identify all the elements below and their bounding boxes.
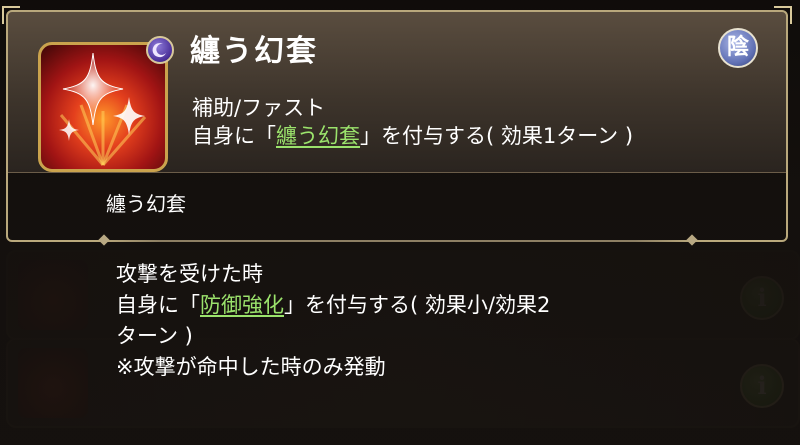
effect-line: ターン ) — [116, 324, 193, 348]
effect-suffix: 」を付与する( 効果小/効果2 — [284, 293, 551, 317]
passive-title: 纏う幻套 — [106, 192, 186, 216]
element-badge: 陰 — [718, 28, 758, 68]
effect-note: ※攻撃が命中した時のみ発動 — [116, 355, 386, 379]
desc-suffix: 」を付与する( 効果1ターン ) — [360, 124, 634, 148]
skill-type: 補助/ファスト — [192, 96, 326, 120]
skill-tooltip: 纏う幻套 陰 補助/ファスト 自身に「纏う幻套」を付与する( 効果1ターン ) … — [0, 0, 800, 445]
effect-line: 自身に「防御強化」を付与する( 効果小/効果2 — [116, 290, 550, 321]
effect-line: 攻撃を受けた時 — [116, 262, 263, 286]
buff-link[interactable]: 防御強化 — [200, 293, 284, 317]
desc-prefix: 自身に「 — [192, 124, 276, 148]
divider — [98, 234, 698, 246]
passive-effect: 攻撃を受けた時 自身に「防御強化」を付与する( 効果小/効果2 ターン ) ※攻… — [116, 259, 550, 383]
skill-title: 纏う幻套 — [190, 34, 318, 69]
red-sparkles-icon — [59, 52, 147, 166]
crescent-moon-icon — [146, 36, 174, 64]
buff-link[interactable]: 纏う幻套 — [276, 124, 360, 148]
skill-icon — [38, 42, 168, 172]
skill-description: 自身に「纏う幻套」を付与する( 効果1ターン ) — [192, 120, 633, 150]
effect-prefix: 自身に「 — [116, 293, 200, 317]
